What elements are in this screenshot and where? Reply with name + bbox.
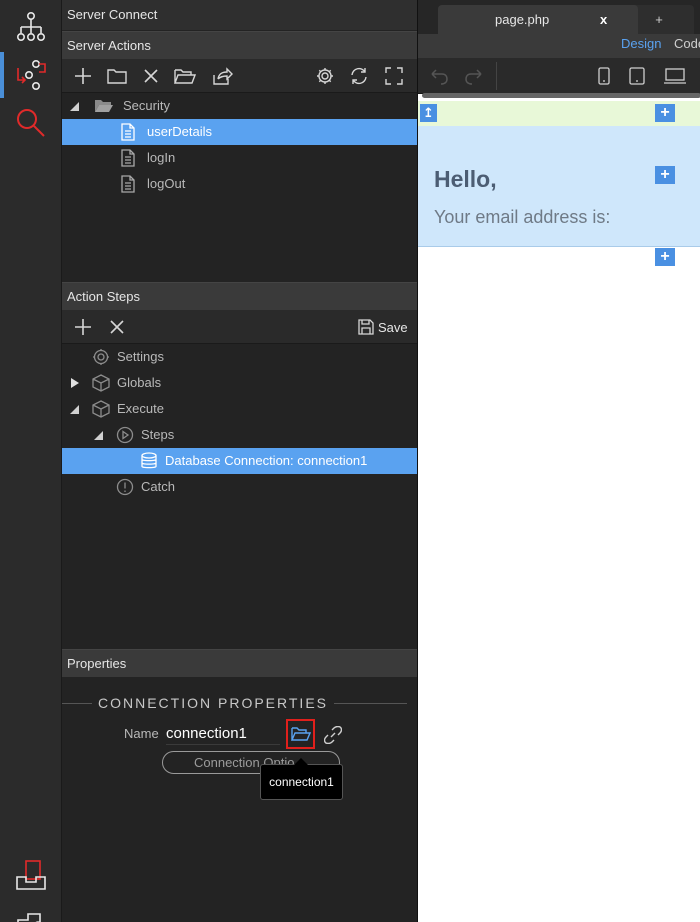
laptop-icon[interactable] bbox=[663, 68, 687, 84]
undo-icon[interactable] bbox=[429, 67, 449, 85]
code-mode-tab[interactable]: Code bbox=[674, 34, 700, 54]
action-steps-header: Action Steps bbox=[62, 282, 417, 310]
move-up-icon[interactable]: ↥ bbox=[420, 104, 437, 122]
connection-properties-heading: CONNECTION PROPERTIES bbox=[62, 694, 417, 712]
name-field-value: connection1 bbox=[166, 725, 247, 742]
tooltip-text: connection1 bbox=[269, 775, 334, 789]
file-icon bbox=[120, 123, 138, 141]
app-structure-icon[interactable] bbox=[0, 4, 62, 50]
tablet-icon[interactable] bbox=[629, 67, 645, 85]
body-strip[interactable]: ↥ + bbox=[418, 101, 700, 126]
file-icon bbox=[120, 149, 138, 167]
design-mode-tab[interactable]: Design bbox=[621, 34, 661, 54]
add-folder-icon[interactable] bbox=[102, 59, 132, 93]
file-icon bbox=[120, 175, 138, 193]
section-title: CONNECTION PROPERTIES bbox=[92, 694, 334, 712]
tree-item-steps[interactable]: Steps bbox=[62, 422, 417, 448]
alert-icon bbox=[116, 478, 134, 496]
delete-icon[interactable] bbox=[136, 59, 166, 93]
tab-page-php[interactable]: page.php x bbox=[438, 5, 638, 34]
save-button[interactable]: Save bbox=[358, 310, 408, 344]
tree-item-label: Settings bbox=[117, 349, 164, 364]
tooltip: connection1 bbox=[260, 758, 343, 800]
database-icon bbox=[140, 452, 158, 470]
tree-item-label: Globals bbox=[117, 375, 162, 390]
save-icon bbox=[358, 319, 374, 335]
tree-item-label: Catch bbox=[141, 479, 175, 494]
name-label: Name bbox=[124, 726, 159, 741]
server-connect-panel: Server Connect Server Actions Security u… bbox=[62, 0, 417, 922]
toolbar-divider bbox=[496, 62, 497, 90]
expanded-arrow-icon[interactable] bbox=[93, 430, 103, 440]
action-steps-toolbar: Save bbox=[62, 310, 417, 344]
tab-title: page.php bbox=[495, 12, 550, 27]
play-circle-icon bbox=[116, 426, 134, 444]
add-step-icon[interactable] bbox=[68, 310, 98, 344]
tree-folder-security[interactable]: Security bbox=[62, 93, 417, 119]
tree-item-execute[interactable]: Execute bbox=[62, 396, 417, 422]
fullscreen-icon[interactable] bbox=[379, 59, 409, 93]
cube-icon bbox=[92, 374, 110, 392]
tree-item-label: logIn bbox=[147, 150, 176, 165]
design-canvas: + page.php x Design Code ↥ + + He bbox=[417, 0, 700, 922]
gear-icon bbox=[92, 348, 110, 366]
tree-item-globals[interactable]: Globals bbox=[62, 370, 417, 396]
expanded-arrow-icon[interactable] bbox=[69, 101, 79, 111]
folder-label: Security bbox=[123, 98, 170, 113]
tree-item-label: Database Connection: connection1 bbox=[165, 453, 368, 468]
search-icon[interactable] bbox=[0, 100, 62, 146]
link-icon[interactable] bbox=[324, 726, 342, 744]
server-actions-header: Server Actions bbox=[62, 31, 417, 59]
page-heading[interactable]: Hello, bbox=[434, 166, 497, 193]
view-mode-bar: Design Code bbox=[418, 34, 700, 58]
tree-item-logout[interactable]: logOut bbox=[62, 171, 417, 197]
name-field[interactable]: connection1 bbox=[166, 723, 280, 745]
add-element-button[interactable]: + bbox=[655, 166, 675, 184]
page-subtext[interactable]: Your email address is: bbox=[434, 207, 610, 228]
database-icon[interactable] bbox=[0, 898, 62, 922]
tree-item-label: userDetails bbox=[147, 124, 213, 139]
add-element-button[interactable]: + bbox=[655, 104, 675, 122]
tree-item-label: logOut bbox=[147, 176, 186, 191]
refresh-icon[interactable] bbox=[344, 59, 374, 93]
expanded-arrow-icon[interactable] bbox=[69, 404, 79, 414]
phone-icon[interactable] bbox=[598, 67, 610, 85]
horizontal-scrollbar[interactable] bbox=[422, 93, 700, 98]
collapsed-arrow-icon[interactable] bbox=[70, 378, 80, 388]
publish-icon[interactable] bbox=[0, 852, 62, 898]
device-toolbar bbox=[418, 58, 700, 94]
icon-rail bbox=[0, 0, 62, 922]
add-element-button[interactable]: + bbox=[655, 248, 675, 266]
delete-step-icon[interactable] bbox=[102, 310, 132, 344]
tree-item-userdetails[interactable]: userDetails bbox=[62, 119, 417, 145]
server-connect-icon[interactable] bbox=[0, 52, 62, 98]
export-icon[interactable] bbox=[207, 59, 237, 93]
cube-icon bbox=[92, 400, 110, 418]
server-actions-toolbar bbox=[62, 59, 417, 93]
tooltip-arrow bbox=[294, 758, 308, 765]
tree-item-catch[interactable]: Catch bbox=[62, 474, 417, 500]
add-icon[interactable] bbox=[68, 59, 98, 93]
tree-item-label: Steps bbox=[141, 427, 175, 442]
properties-header: Properties bbox=[62, 649, 417, 677]
redo-icon[interactable] bbox=[464, 67, 484, 85]
open-folder-icon[interactable] bbox=[170, 59, 200, 93]
browse-connection-button[interactable] bbox=[286, 719, 315, 749]
tab-close-button[interactable]: x bbox=[600, 5, 607, 34]
folder-open-icon bbox=[290, 727, 311, 741]
settings-gear-icon[interactable] bbox=[310, 59, 340, 93]
tree-item-db-connection[interactable]: Database Connection: connection1 bbox=[62, 448, 417, 474]
folder-open-icon bbox=[94, 97, 113, 115]
tree-item-login[interactable]: logIn bbox=[62, 145, 417, 171]
tree-item-settings[interactable]: Settings bbox=[62, 344, 417, 370]
tab-bar: + page.php x bbox=[418, 0, 700, 34]
panel-title: Server Connect bbox=[62, 0, 417, 30]
hero-container[interactable]: + Hello, Your email address is: bbox=[418, 126, 700, 247]
tree-item-label: Execute bbox=[117, 401, 164, 416]
save-label: Save bbox=[378, 319, 408, 335]
